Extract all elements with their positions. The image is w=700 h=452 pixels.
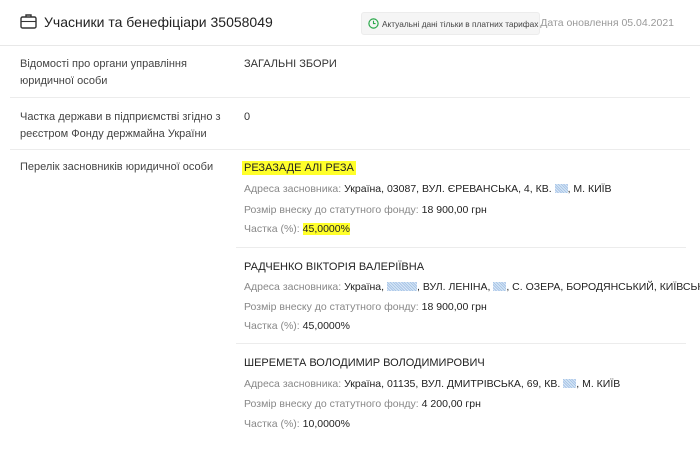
address-part: , С. ОЗЕРА, БОРОДЯНСЬКИЙ, КИЇВСЬКА [506,281,700,293]
founder-divider [236,343,686,344]
page-title: Учасники та бенефіціари 35058049 [44,14,273,30]
founder-contribution: Розмір внеску до статутного фонду: 4 200… [244,398,481,410]
address-part: Україна, [344,281,385,293]
contribution-value: 4 200,00 грн [421,398,481,410]
address-field-label: Адреса засновника: [244,378,342,390]
founder-contribution: Розмір внеску до статутного фонду: 18 90… [244,301,487,313]
contribution-field-label: Розмір внеску до статутного фонду: [244,204,419,216]
update-date: Дата оновлення 05.04.2021 [540,17,674,29]
redacted-block [386,282,417,291]
redacted-block [493,282,507,291]
management-value: ЗАГАЛЬНІ ЗБОРИ [244,58,337,70]
address-field-label: Адреса засновника: [244,183,342,195]
contribution-value: 18 900,00 грн [421,204,487,216]
founder-address: Адреса засновника: Україна, , ВУЛ. ЛЕНІН… [244,281,700,293]
paid-tariff-badge[interactable]: Актуальні дані тільки в платних тарифах [361,12,540,35]
contribution-value: 18 900,00 грн [421,301,487,313]
founder-name: РАДЧЕНКО ВІКТОРІЯ ВАЛЕРІЇВНА [244,261,425,273]
founder-name: РЕЗАЗАДЕ АЛІ РЕЗА [242,161,356,175]
address-part: , М. КИЇВ [576,378,621,390]
share-value: 45,0000% [302,320,350,332]
section-header: Учасники та бенефіціари 35058049 Актуаль… [0,0,700,46]
contribution-field-label: Розмір внеску до статутного фонду: [244,398,419,410]
address-part: Україна, 03087, ВУЛ. ЄРЕВАНСЬКА, 4, КВ. [344,183,552,195]
state-share-value: 0 [244,111,251,123]
address-field-label: Адреса засновника: [244,281,342,293]
clock-icon [368,18,379,29]
founder-share: Частка (%): 10,0000% [244,418,350,430]
founders-label: Перелік засновників юридичної особи [20,161,214,173]
address-part: , ВУЛ. ЛЕНІНА, [416,281,491,293]
paid-notice-text: Актуальні дані тільки в платних тарифах [382,19,539,29]
redacted-block [554,184,568,193]
share-value: 45,0000% [302,223,350,235]
address-part: , М. КИЇВ [567,183,612,195]
founder-share: Частка (%): 45,0000% [244,320,350,332]
row-divider [10,149,690,150]
management-label: Відомості про органи управління юридично… [20,58,187,87]
contribution-field-label: Розмір внеску до статутного фонду: [244,301,419,313]
state-share-label: Частка держави в підприємстві згідно з р… [20,111,221,140]
row-divider [10,97,690,98]
founder-address: Адреса засновника: Україна, 01135, ВУЛ. … [244,378,620,390]
share-field-label: Частка (%): [244,223,300,235]
share-field-label: Частка (%): [244,418,300,430]
founder-address: Адреса засновника: Україна, 03087, ВУЛ. … [244,183,612,195]
redacted-block [563,379,577,388]
share-value: 10,0000% [302,418,350,430]
founder-name: ШЕРЕМЕТА ВОЛОДИМИР ВОЛОДИМИРОВИЧ [244,357,485,369]
address-part: Україна, 01135, ВУЛ. ДМИТРІВСЬКА, 69, КВ… [344,378,561,390]
founder-divider [236,247,686,248]
founder-share: Частка (%): 45,0000% [244,223,350,235]
share-field-label: Частка (%): [244,320,300,332]
founder-contribution: Розмір внеску до статутного фонду: 18 90… [244,204,487,216]
briefcase-icon [20,14,37,29]
